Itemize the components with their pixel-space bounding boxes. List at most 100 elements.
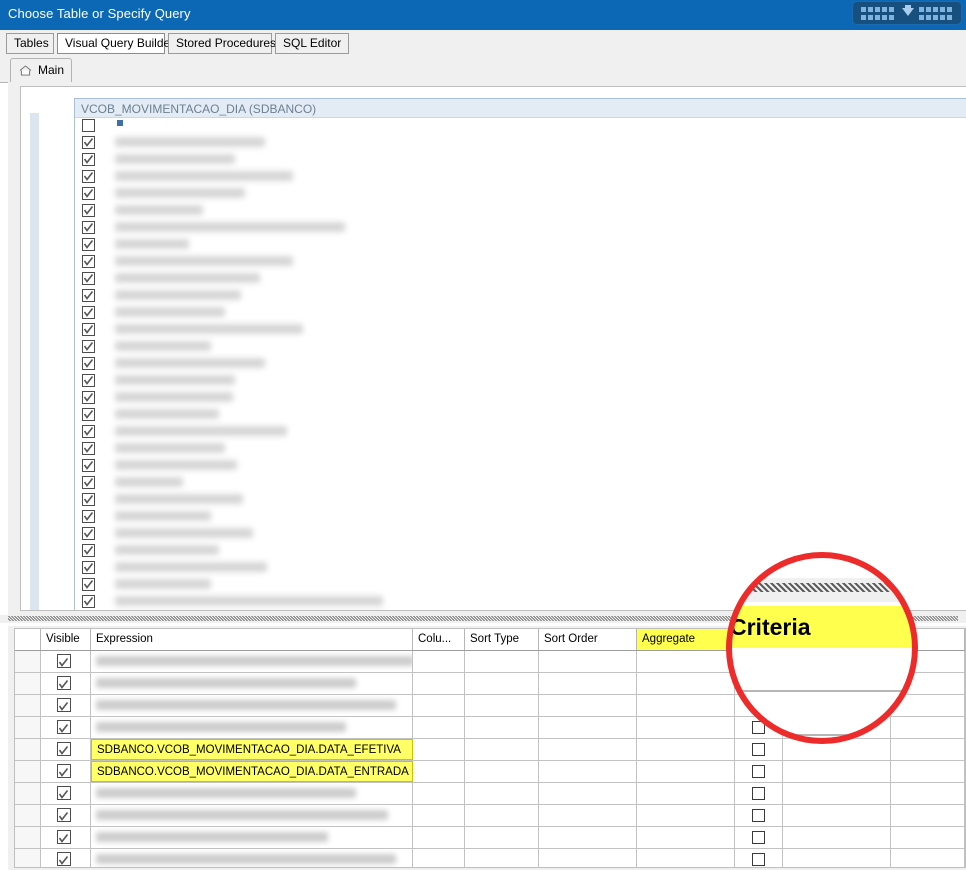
table-field-row[interactable]: [75, 407, 966, 424]
grid-cell-grouping[interactable]: [735, 739, 783, 760]
grid-cell-sort_type[interactable]: [465, 805, 539, 826]
field-checkbox[interactable]: [82, 544, 95, 557]
grid-cell-sort_type[interactable]: [465, 695, 539, 716]
grid-row[interactable]: [15, 827, 965, 849]
grid-cell-column[interactable]: [413, 783, 465, 804]
grid-cell-visible[interactable]: [41, 827, 91, 848]
visible-checkbox[interactable]: [57, 698, 71, 712]
table-field-row[interactable]: [75, 237, 966, 254]
grid-cell-sort_type[interactable]: [465, 827, 539, 848]
grid-cell-visible[interactable]: [41, 695, 91, 716]
grid-cell-criteria[interactable]: [783, 761, 891, 782]
grid-cell-sort_order[interactable]: [539, 783, 637, 804]
page-tab-stored-procedures[interactable]: Stored Procedures: [168, 33, 276, 54]
grid-header-column[interactable]: Colu...: [413, 629, 465, 650]
field-checkbox[interactable]: [82, 578, 95, 591]
table-field-row[interactable]: [75, 203, 966, 220]
grid-header-sort_order[interactable]: Sort Order: [539, 629, 637, 650]
grid-row[interactable]: SDBANCO.VCOB_MOVIMENTACAO_DIA.DATA_ENTRA…: [15, 761, 965, 783]
grid-cell-column[interactable]: [413, 805, 465, 826]
grid-cell-or[interactable]: [891, 761, 965, 782]
grid-cell-expression[interactable]: [91, 783, 413, 804]
field-checkbox[interactable]: [82, 527, 95, 540]
grid-row-header[interactable]: [15, 717, 41, 738]
grid-cell-sort_order[interactable]: [539, 673, 637, 694]
grid-cell-sort_order[interactable]: [539, 827, 637, 848]
grid-row-header[interactable]: [15, 739, 41, 760]
table-field-row[interactable]: [75, 424, 966, 441]
grid-cell-criteria[interactable]: [783, 805, 891, 826]
grid-row-header[interactable]: [15, 783, 41, 804]
table-field-row[interactable]: [75, 186, 966, 203]
grid-cell-sort_type[interactable]: [465, 761, 539, 782]
grid-cell-aggregate[interactable]: [637, 651, 735, 672]
grouping-checkbox[interactable]: [752, 787, 765, 800]
grid-row-header[interactable]: [15, 805, 41, 826]
grid-cell-aggregate[interactable]: [637, 827, 735, 848]
field-checkbox[interactable]: [82, 153, 95, 166]
grid-row[interactable]: [15, 849, 965, 867]
grid-cell-aggregate[interactable]: [637, 739, 735, 760]
table-field-row[interactable]: [75, 458, 966, 475]
grid-cell-aggregate[interactable]: [637, 673, 735, 694]
visible-checkbox[interactable]: [57, 830, 71, 844]
diagram-canvas[interactable]: VCOB_MOVIMENTACAO_DIA (SDBANCO): [20, 86, 966, 611]
field-checkbox[interactable]: [82, 595, 95, 608]
grid-header-expression[interactable]: Expression: [91, 629, 413, 650]
table-field-row[interactable]: [75, 118, 966, 135]
grid-header-sort_type[interactable]: Sort Type: [465, 629, 539, 650]
table-field-row[interactable]: [75, 390, 966, 407]
grid-cell-expression[interactable]: [91, 695, 413, 716]
field-checkbox[interactable]: [82, 323, 95, 336]
grid-cell-or[interactable]: [891, 783, 965, 804]
table-field-row[interactable]: [75, 356, 966, 373]
grouping-checkbox[interactable]: [752, 853, 765, 866]
table-field-row[interactable]: [75, 135, 966, 152]
table-field-row[interactable]: [75, 492, 966, 509]
field-checkbox[interactable]: [82, 510, 95, 523]
table-field-row[interactable]: [75, 152, 966, 169]
table-field-row[interactable]: [75, 220, 966, 237]
table-field-row[interactable]: [75, 271, 966, 288]
grid-cell-aggregate[interactable]: [637, 849, 735, 867]
page-tab-tables[interactable]: Tables: [6, 33, 54, 54]
table-field-row[interactable]: [75, 441, 966, 458]
table-field-row[interactable]: [75, 305, 966, 322]
field-checkbox[interactable]: [82, 255, 95, 268]
grid-cell-sort_type[interactable]: [465, 651, 539, 672]
visible-checkbox[interactable]: [57, 764, 71, 778]
grid-row[interactable]: [15, 805, 965, 827]
grid-cell-column[interactable]: [413, 849, 465, 867]
page-tab-sql-editor[interactable]: SQL Editor: [275, 33, 349, 54]
field-checkbox[interactable]: [82, 374, 95, 387]
field-checkbox[interactable]: [82, 408, 95, 421]
grid-cell-sort_type[interactable]: [465, 673, 539, 694]
visible-checkbox[interactable]: [57, 786, 71, 800]
field-checkbox[interactable]: [82, 306, 95, 319]
grouping-checkbox[interactable]: [752, 809, 765, 822]
table-field-row[interactable]: [75, 526, 966, 543]
grid-cell-column[interactable]: [413, 695, 465, 716]
table-field-row[interactable]: [75, 475, 966, 492]
grid-row-header[interactable]: [15, 673, 41, 694]
grid-row-header[interactable]: [15, 695, 41, 716]
field-checkbox[interactable]: [82, 272, 95, 285]
grid-cell-expression[interactable]: [91, 849, 413, 867]
grid-cell-column[interactable]: [413, 827, 465, 848]
field-checkbox[interactable]: [82, 238, 95, 251]
field-checkbox[interactable]: [82, 340, 95, 353]
grid-cell-expression[interactable]: SDBANCO.VCOB_MOVIMENTACAO_DIA.DATA_ENTRA…: [91, 761, 413, 782]
grid-cell-or[interactable]: [891, 827, 965, 848]
grid-cell-sort_order[interactable]: [539, 805, 637, 826]
grid-row-header[interactable]: [15, 849, 41, 867]
table-field-row[interactable]: [75, 322, 966, 339]
grid-cell-sort_order[interactable]: [539, 695, 637, 716]
field-checkbox[interactable]: [82, 459, 95, 472]
grid-row-header[interactable]: [15, 827, 41, 848]
grid-row-header[interactable]: [15, 651, 41, 672]
grid-cell-aggregate[interactable]: [637, 805, 735, 826]
visible-checkbox[interactable]: [57, 742, 71, 756]
grid-cell-aggregate[interactable]: [637, 695, 735, 716]
grid-cell-visible[interactable]: [41, 761, 91, 782]
grid-cell-grouping[interactable]: [735, 761, 783, 782]
